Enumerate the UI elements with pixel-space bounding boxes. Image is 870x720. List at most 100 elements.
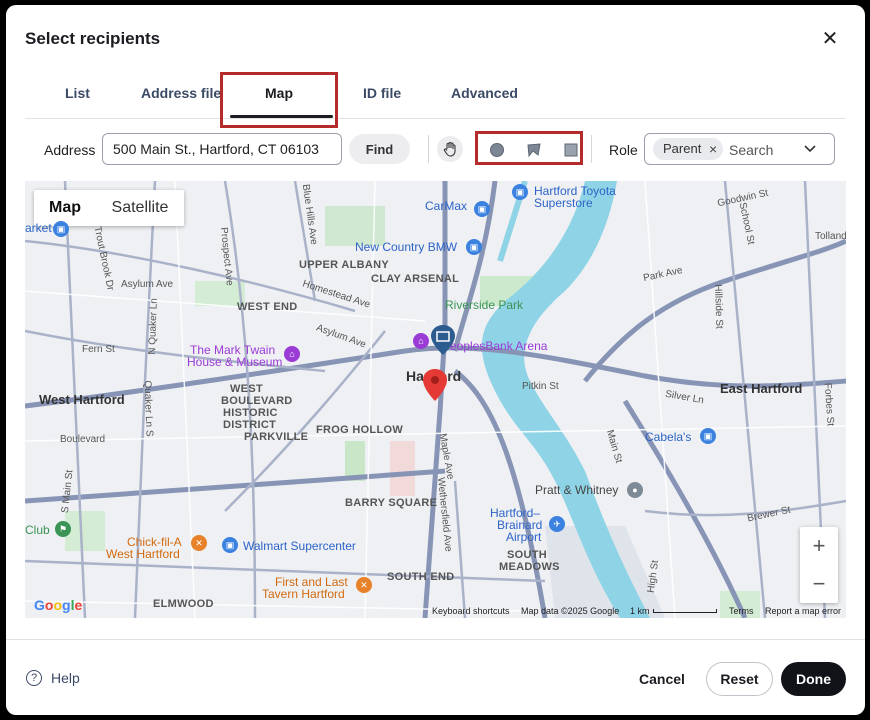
- map-label-fern-st: Fern St: [82, 344, 115, 355]
- restaurant-icon[interactable]: ✕: [191, 535, 207, 551]
- circle-draw-icon[interactable]: [488, 141, 506, 159]
- done-button[interactable]: Done: [781, 662, 846, 696]
- role-chip: Parent ×: [653, 138, 723, 160]
- map-label-west-end: WEST END: [237, 301, 298, 313]
- museum-icon[interactable]: ⌂: [284, 346, 300, 362]
- arena-pin-icon[interactable]: [431, 325, 455, 360]
- tab-id-file[interactable]: ID file: [363, 85, 401, 101]
- close-icon[interactable]: ✕: [819, 29, 841, 51]
- map-label-club: Club: [25, 523, 50, 537]
- map-type-toggle: Map Satellite: [34, 190, 184, 226]
- map-label-upper-albany: UPPER ALBANY: [299, 259, 389, 271]
- satellite-view-button[interactable]: Satellite: [96, 190, 184, 226]
- help-icon: ?: [26, 670, 42, 686]
- map-label-south-meadows-2: MEADOWS: [499, 561, 560, 573]
- map-label-riverside-park: Riverside Park: [445, 298, 524, 312]
- map-label-east-hartford: East Hartford: [720, 381, 803, 396]
- tab-address-file[interactable]: Address file: [141, 85, 221, 101]
- map-label-west-hartford: West Hartford: [39, 392, 125, 407]
- map-label-asylum-ave: Asylum Ave: [121, 279, 174, 290]
- map-label-n-quaker-ln: N Quaker Ln: [146, 297, 160, 356]
- rectangle-draw-icon[interactable]: [562, 141, 580, 159]
- zoom-in-button[interactable]: +: [800, 527, 838, 565]
- map-label-new-country-bmw: New Country BMW: [355, 240, 458, 254]
- zoom-out-button[interactable]: −: [800, 565, 838, 603]
- restaurant-icon[interactable]: ✕: [356, 577, 372, 593]
- arena-icon[interactable]: ⌂: [413, 333, 429, 349]
- shopping-icon[interactable]: ▣: [474, 201, 490, 217]
- map-label-boulevard: Boulevard: [60, 434, 106, 445]
- map-label-clay-arsenal: CLAY ARSENAL: [371, 273, 460, 285]
- tab-map[interactable]: Map: [265, 85, 293, 101]
- map-label-pitkin-st: Pitkin St: [522, 381, 559, 392]
- chevron-down-icon[interactable]: [803, 142, 817, 161]
- car-dealer-icon[interactable]: ▣: [512, 184, 528, 200]
- role-search-input[interactable]: Search: [729, 142, 773, 158]
- help-link[interactable]: ? Help: [26, 670, 80, 686]
- shopping-icon[interactable]: ▣: [222, 537, 238, 553]
- active-tab-indicator: [230, 115, 333, 118]
- zoom-controls: + −: [800, 527, 838, 603]
- map-label-west-boulevard: WEST: [230, 383, 263, 395]
- airport-icon[interactable]: ✈: [549, 516, 565, 532]
- map-label-south-end: SOUTH END: [387, 571, 455, 583]
- scale-label: 1 km: [630, 606, 650, 616]
- map-label-peoples-bank: PeoplesBank Arena: [442, 339, 548, 353]
- help-label: Help: [51, 670, 80, 686]
- car-dealer-icon[interactable]: ▣: [466, 239, 482, 255]
- scale-bar: [653, 609, 717, 613]
- map-label-barry-square: BARRY SQUARE: [345, 497, 438, 509]
- role-label: Role: [609, 142, 638, 158]
- map-label-pratt-whitney: Pratt & Whitney: [535, 483, 619, 497]
- reset-button[interactable]: Reset: [706, 662, 773, 696]
- divider: [428, 135, 429, 163]
- map-label-brainard-3: Airport: [506, 530, 542, 544]
- divider: [591, 135, 592, 163]
- map-label-hartford-toyota-2: Superstore: [534, 196, 593, 210]
- toolbar: Address Find Role Parent × Search: [25, 129, 846, 169]
- map-label-frog-hollow: FROG HOLLOW: [316, 424, 404, 436]
- cancel-button[interactable]: Cancel: [630, 662, 694, 696]
- map-label-west-boulevard-3: HISTORIC: [223, 407, 278, 419]
- report-map-error-link[interactable]: Report a map error: [765, 606, 841, 616]
- google-logo: Google: [34, 597, 83, 613]
- role-chip-label: Parent: [663, 141, 702, 156]
- map-label-west-boulevard-4: DISTRICT: [223, 419, 277, 431]
- map-label-mark-twain-2: House & Museum: [187, 355, 283, 369]
- footer-divider: [6, 639, 865, 640]
- map-data-attribution: Map data ©2025 Google: [521, 606, 620, 616]
- map-label-hillside-st: Hillside St: [711, 284, 725, 329]
- location-pin-icon[interactable]: [423, 369, 447, 406]
- select-recipients-dialog: Select recipients ✕ List Address file Ma…: [6, 5, 865, 715]
- shopping-icon[interactable]: ▣: [53, 221, 69, 237]
- role-multiselect[interactable]: Parent × Search: [644, 133, 835, 165]
- map-label-walmart: Walmart Supercenter: [243, 539, 356, 553]
- map-label-first-last-2: Tavern Hartford: [262, 587, 345, 601]
- address-input[interactable]: [102, 133, 342, 165]
- map-label-west-boulevard-2: BOULEVARD: [221, 395, 293, 407]
- tab-bar: List Address file Map ID file Advanced: [25, 75, 846, 119]
- remove-chip-icon[interactable]: ×: [709, 138, 717, 160]
- golf-icon[interactable]: ⚑: [55, 521, 71, 537]
- map-view[interactable]: Map Satellite Hartford West Hartford Eas…: [25, 181, 846, 618]
- place-icon[interactable]: ●: [627, 482, 643, 498]
- map-label-tolland: Tolland: [815, 231, 846, 242]
- address-label: Address: [44, 142, 96, 158]
- map-label-cabelas: Cabela's: [645, 430, 692, 444]
- map-label-south-meadows: SOUTH: [507, 549, 547, 561]
- map-label-elmwood: ELMWOOD: [153, 598, 214, 610]
- polygon-draw-icon[interactable]: [525, 141, 543, 159]
- keyboard-shortcuts-link[interactable]: Keyboard shortcuts: [432, 606, 510, 616]
- tab-list[interactable]: List: [65, 85, 90, 101]
- find-button[interactable]: Find: [349, 134, 410, 164]
- map-label-chick-fil-a-2: West Hartford: [106, 547, 180, 561]
- hand-pan-icon[interactable]: [437, 136, 463, 162]
- shopping-icon[interactable]: ▣: [700, 428, 716, 444]
- map-label-quaker-ln: Quaker Ln S: [141, 380, 155, 437]
- map-label-market: arket: [25, 221, 52, 235]
- map-label-parkville: PARKVILLE: [244, 431, 309, 443]
- dialog-title: Select recipients: [25, 29, 161, 48]
- map-label-carmax: CarMax: [425, 199, 468, 213]
- tab-advanced[interactable]: Advanced: [451, 85, 518, 101]
- terms-link[interactable]: Terms: [729, 606, 754, 616]
